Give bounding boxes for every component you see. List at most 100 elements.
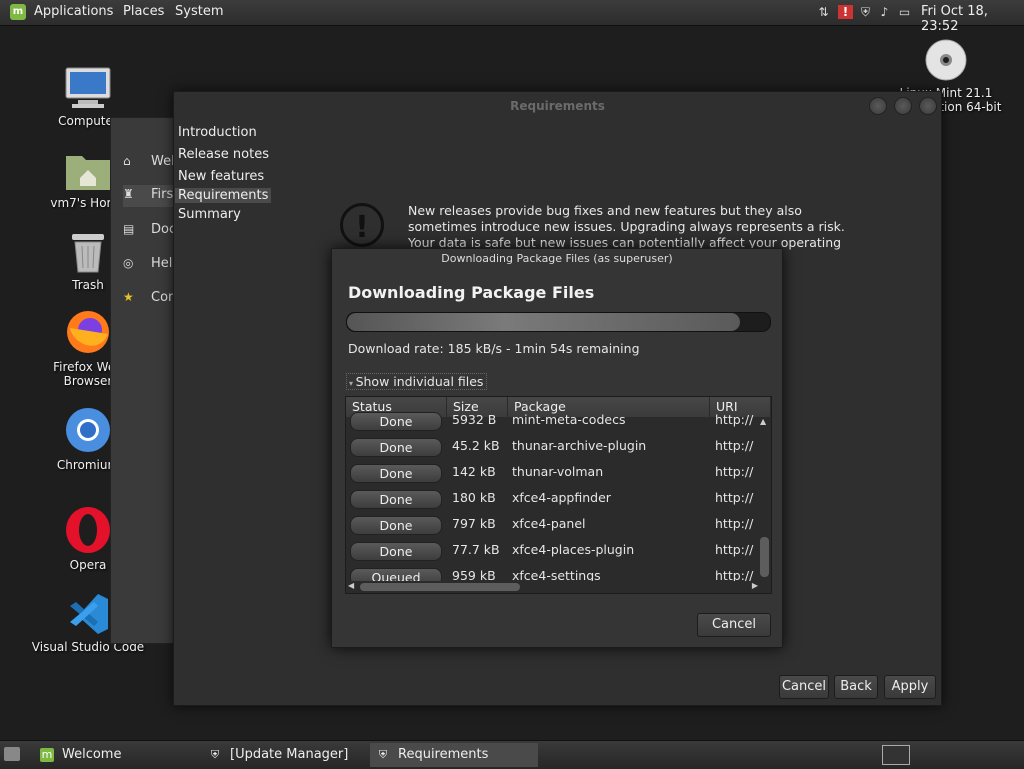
top-panel: m Applications Places System ⇅ ! ⛨ ♪ ▭ F… [0,0,1024,34]
vertical-scrollbar[interactable]: ▲ [758,417,771,581]
status-badge: Done [350,412,442,431]
table-row[interactable]: Done 180 kB xfce4-appfinder http:// [346,486,758,512]
table-row[interactable]: Done 5932 B mint-meta-codecs http:// [346,408,758,434]
nav-requirements[interactable]: Requirements [175,188,272,203]
shield-icon[interactable]: ⛨ [858,5,873,19]
status-badge: Done [350,438,442,457]
scroll-up-icon[interactable]: ▲ [760,417,766,426]
taskbar-item-welcome[interactable]: m Welcome [34,743,194,767]
dialog-heading: Downloading Package Files [348,283,595,302]
taskbar-item-update-manager[interactable]: ⛨ [Update Manager] [202,743,362,767]
download-progress-bar [346,312,771,332]
scroll-right-icon[interactable]: ▶ [752,581,758,590]
size-cell: 77.7 kB [452,542,500,557]
taskbar-item-label: Requirements [398,747,489,762]
vscode-icon [70,594,108,634]
scroll-left-icon[interactable]: ◀ [348,581,354,590]
clock[interactable]: Fri Oct 18, 23:52 [921,4,1024,34]
uri-cell: http:// [715,490,754,505]
size-cell: 797 kB [452,516,496,531]
nav-release-notes[interactable]: Release notes [178,147,269,162]
show-files-expander[interactable]: ▾ Show individual files [346,373,488,390]
table-row[interactable]: Done 797 kB xfce4-panel http:// [346,512,758,538]
close-button[interactable] [919,97,937,115]
shield-icon: ⛨ [378,748,388,761]
disc-icon [925,39,967,81]
size-cell: 5932 B [452,412,497,427]
taskbar: m Welcome ⛨ [Update Manager] ⛨ Requirements [0,740,1024,769]
warning-icon: ! [340,203,384,247]
progress-fill [347,313,741,331]
dialog-cancel-button[interactable]: Cancel [697,613,771,637]
cancel-button[interactable]: Cancel [779,675,829,699]
nav-new-features[interactable]: New features [178,169,264,184]
home-icon: ⌂ [123,154,131,168]
uri-cell: http:// [715,438,754,453]
back-button[interactable]: Back [834,675,878,699]
shield-icon: ⛨ [210,748,220,761]
nav-introduction[interactable]: Introduction [178,125,257,140]
window-title: Requirements [510,99,605,113]
uri-cell: http:// [715,542,754,557]
package-cell: thunar-archive-plugin [512,438,647,453]
mint-icon: m [40,748,54,762]
taskbar-item-label: Welcome [62,747,122,762]
maximize-button[interactable] [894,97,912,115]
places-menu[interactable]: Places [123,4,164,19]
size-cell: 180 kB [452,490,496,505]
home-folder-icon [66,156,110,190]
size-cell: 142 kB [452,464,496,479]
taskbar-item-requirements[interactable]: ⛨ Requirements [370,743,538,767]
volume-icon[interactable]: ♪ [877,5,892,19]
trash-icon [72,234,104,273]
workspace-switcher[interactable] [882,745,910,765]
network-icon[interactable]: ⇅ [816,5,831,19]
applications-menu[interactable]: Applications [34,4,113,19]
document-icon: ▤ [123,222,135,236]
table-row[interactable]: Done 142 kB thunar-volman http:// [346,460,758,486]
vertical-scroll-thumb[interactable] [760,537,769,577]
opera-icon [66,507,110,553]
uri-cell: http:// [715,412,754,427]
package-cell: xfce4-appfinder [512,490,611,505]
uri-cell: http:// [715,516,754,531]
horizontal-scrollbar[interactable]: ◀ ▶ [346,581,758,593]
table-row[interactable]: Done 77.7 kB xfce4-places-plugin http:// [346,538,758,564]
status-badge: Done [350,516,442,535]
system-menu[interactable]: System [175,4,223,19]
table-row[interactable]: Done 45.2 kB thunar-archive-plugin http:// [346,434,758,460]
welcome-window[interactable]: ⌂Welcome ♜First Steps ▤Documentation ◎He… [110,117,183,644]
apply-button[interactable]: Apply [884,675,936,699]
desktop-icon-label: Opera [69,558,107,572]
computer-icon [65,67,111,108]
taskbar-item-label: [Update Manager] [230,747,349,762]
package-cell: thunar-volman [512,464,604,479]
desktop-icon-label: Trash [72,278,104,292]
rocket-icon: ♜ [123,187,134,201]
dialog-title: Downloading Package Files (as superuser) [441,252,673,265]
update-icon[interactable]: ! [838,5,853,19]
nav-summary[interactable]: Summary [178,207,241,222]
minimize-button[interactable] [869,97,887,115]
package-cell: xfce4-panel [512,516,586,531]
files-table[interactable]: Status Size Package URI Done 5932 Bmint-m… [345,396,772,594]
status-badge: Done [350,464,442,483]
show-desktop-icon[interactable] [4,747,20,761]
status-badge: Done [350,542,442,561]
size-cell: 45.2 kB [452,438,500,453]
horizontal-scroll-thumb[interactable] [360,583,520,591]
display-icon[interactable]: ▭ [897,5,912,19]
expander-label: Show individual files [355,374,484,389]
desktop-icon-label: Computer [58,114,118,128]
package-cell: xfce4-places-plugin [512,542,635,557]
download-dialog[interactable]: Downloading Package Files (as superuser)… [331,248,783,648]
package-cell: mint-meta-codecs [512,412,626,427]
status-badge: Done [350,490,442,509]
help-icon: ◎ [123,256,134,270]
star-icon: ★ [123,290,134,304]
chromium-icon [66,408,110,452]
mint-menu-icon[interactable]: m [10,4,26,20]
uri-cell: http:// [715,464,754,479]
firefox-icon [67,311,109,353]
download-rate: Download rate: 185 kB/s - 1min 54s remai… [348,341,640,356]
